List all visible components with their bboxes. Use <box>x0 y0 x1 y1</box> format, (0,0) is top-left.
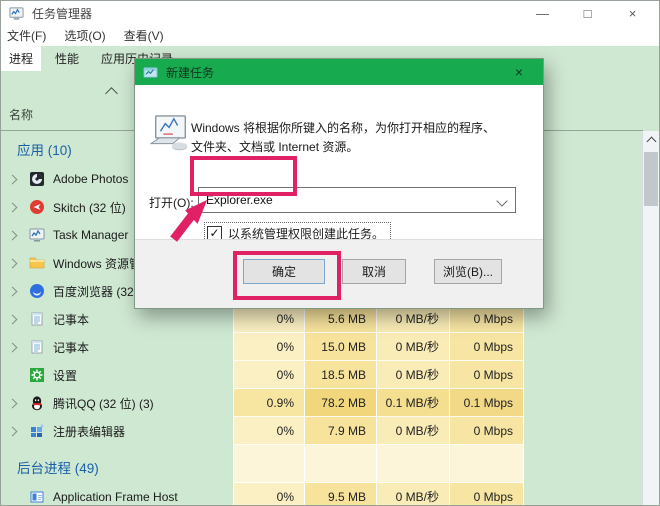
expand-chevron-icon[interactable] <box>8 342 18 352</box>
run-program-icon <box>150 115 192 151</box>
menu-options[interactable]: 选项(O) <box>64 27 105 44</box>
disk-cell: 0 MB/秒 <box>376 333 449 361</box>
highlight-ok-button-annotation <box>233 251 341 300</box>
process-name: Adobe Photos <box>53 172 128 186</box>
table-row[interactable]: 注册表编辑器 0% 7.9 MB 0 MB/秒 0 Mbps <box>1 417 643 445</box>
vertical-scrollbar[interactable] <box>642 131 659 505</box>
process-name: Application Frame Host <box>53 490 178 504</box>
network-cell: 0 Mbps <box>449 305 524 333</box>
group-label: 应用 (10) <box>9 139 72 165</box>
cpu-cell: 0% <box>233 333 304 361</box>
qq-icon <box>29 395 45 411</box>
memory-cell: 5.6 MB <box>304 305 376 333</box>
network-cell: 0 Mbps <box>449 361 524 389</box>
table-row[interactable]: 记事本 0% 5.6 MB 0 MB/秒 0 Mbps <box>1 305 643 333</box>
chevron-up-icon <box>646 137 656 147</box>
new-task-dialog-icon <box>143 65 158 80</box>
table-row[interactable]: Application Frame Host 0% 9.5 MB 0 MB/秒 … <box>1 483 643 505</box>
minimize-button[interactable]: — <box>520 1 565 25</box>
table-row[interactable]: 设置 0% 18.5 MB 0 MB/秒 0 Mbps <box>1 361 643 389</box>
process-name: 记事本 <box>53 339 89 356</box>
window-controls: — □ × <box>520 1 655 25</box>
disk-cell: 0 MB/秒 <box>376 305 449 333</box>
disk-cell: 0 MB/秒 <box>376 417 449 445</box>
process-name: 注册表编辑器 <box>53 423 125 440</box>
disk-cell: 0 MB/秒 <box>376 361 449 389</box>
baidu-icon <box>29 283 45 299</box>
network-cell: 0 Mbps <box>449 417 524 445</box>
adobe-icon <box>29 171 45 187</box>
dialog-titlebar: 新建任务 × <box>135 59 543 85</box>
network-cell: 0 Mbps <box>449 483 524 505</box>
task-manager-icon <box>29 227 45 243</box>
cpu-cell: 0% <box>233 361 304 389</box>
expand-chevron-icon[interactable] <box>8 174 18 184</box>
window-title: 任务管理器 <box>32 5 92 22</box>
process-name: 腾讯QQ (32 位) (3) <box>53 395 154 412</box>
expand-chevron-icon[interactable] <box>8 314 18 324</box>
menu-bar: 文件(F) 选项(O) 查看(V) <box>1 25 659 46</box>
tab-performance[interactable]: 性能 <box>47 46 87 71</box>
scroll-up-button[interactable] <box>643 131 659 149</box>
close-button[interactable]: × <box>610 1 655 25</box>
expand-chevron-icon[interactable] <box>8 398 18 408</box>
expand-chevron-icon[interactable] <box>8 258 18 268</box>
regedit-icon <box>29 423 45 439</box>
sort-ascending-icon <box>105 87 118 100</box>
process-name: 设置 <box>53 367 77 384</box>
browse-button[interactable]: 浏览(B)... <box>434 259 502 284</box>
table-row[interactable]: 腾讯QQ (32 位) (3) 0.9% 78.2 MB 0.1 MB/秒 0.… <box>1 389 643 417</box>
scrollbar-thumb[interactable] <box>644 152 658 206</box>
app-frame-host-icon <box>29 489 45 505</box>
process-name: Skitch (32 位) <box>53 199 126 216</box>
menu-view[interactable]: 查看(V) <box>124 27 164 44</box>
notepad-icon <box>29 339 45 355</box>
disk-cell: 0.1 MB/秒 <box>376 389 449 417</box>
dialog-description-line2: 文件夹、文档或 Internet 资源。 <box>191 138 495 157</box>
explorer-icon <box>29 255 45 271</box>
dialog-description-line1: Windows 将根据你所键入的名称，为你打开相应的程序、 <box>191 119 495 138</box>
expand-chevron-icon[interactable] <box>8 202 18 212</box>
skitch-icon <box>29 199 45 215</box>
window-titlebar: 任务管理器 — □ × <box>1 1 659 25</box>
expand-chevron-icon[interactable] <box>8 230 18 240</box>
cpu-cell: 0% <box>233 305 304 333</box>
network-cell: 0.1 Mbps <box>449 389 524 417</box>
disk-cell: 0 MB/秒 <box>376 483 449 505</box>
cancel-button[interactable]: 取消 <box>342 259 406 284</box>
dialog-description: Windows 将根据你所键入的名称，为你打开相应的程序、 文件夹、文档或 In… <box>191 119 495 157</box>
highlight-open-input-annotation <box>190 156 297 196</box>
table-row[interactable]: 记事本 0% 15.0 MB 0 MB/秒 0 Mbps <box>1 333 643 361</box>
memory-cell: 18.5 MB <box>304 361 376 389</box>
maximize-button[interactable]: □ <box>565 1 610 25</box>
menu-file[interactable]: 文件(F) <box>7 27 46 44</box>
cpu-cell: 0% <box>233 483 304 505</box>
annotation-arrow-icon <box>164 197 212 243</box>
dialog-close-button[interactable]: × <box>503 59 535 85</box>
dialog-title: 新建任务 <box>166 64 214 81</box>
group-header-row[interactable]: 后台进程 (49) <box>1 445 643 483</box>
notepad-icon <box>29 311 45 327</box>
memory-cell: 15.0 MB <box>304 333 376 361</box>
settings-icon <box>29 367 45 383</box>
cpu-cell: 0.9% <box>233 389 304 417</box>
expand-chevron-icon[interactable] <box>8 286 18 296</box>
tab-processes[interactable]: 进程 <box>1 46 41 71</box>
network-cell: 0 Mbps <box>449 333 524 361</box>
expand-chevron-icon[interactable] <box>8 426 18 436</box>
group-label: 后台进程 (49) <box>9 457 99 483</box>
task-manager-window: 任务管理器 — □ × 文件(F) 选项(O) 查看(V) 进程 性能 应用历史… <box>0 0 660 506</box>
chevron-down-icon[interactable] <box>496 195 507 206</box>
memory-cell: 7.9 MB <box>304 417 376 445</box>
task-manager-app-icon <box>9 6 24 21</box>
cpu-cell: 0% <box>233 417 304 445</box>
memory-cell: 78.2 MB <box>304 389 376 417</box>
process-name: Task Manager <box>53 228 128 242</box>
process-name: 记事本 <box>53 311 89 328</box>
name-column-label: 名称 <box>9 106 33 123</box>
memory-cell: 9.5 MB <box>304 483 376 505</box>
